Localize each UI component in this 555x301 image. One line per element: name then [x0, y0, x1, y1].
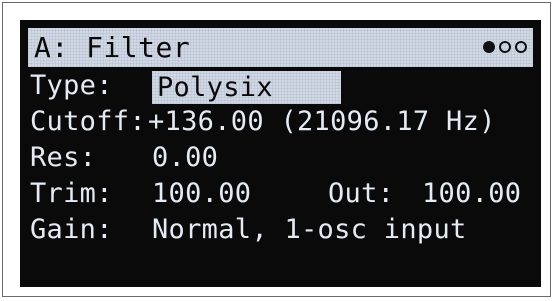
cutoff-label: Cutoff:: [30, 106, 146, 137]
trim-value[interactable]: 100.00: [152, 178, 251, 210]
page-dot-icon: [515, 41, 527, 53]
page-title: A: Filter: [34, 31, 191, 64]
out-label: Out:: [328, 178, 395, 209]
gain-value[interactable]: Normal, 1-osc input: [152, 214, 467, 246]
out-value[interactable]: 100.00: [422, 178, 521, 210]
res-row: Res: 0.00: [30, 142, 218, 174]
title-bar: A: Filter: [28, 28, 533, 67]
type-value: Polysix: [157, 72, 273, 103]
type-row: Type: Polysix: [30, 70, 341, 104]
cutoff-row: Cutoff: +136.00 (21096.17 Hz): [30, 106, 495, 138]
display-frame: A: Filter Type: Polysix Cutoff: +136.00 …: [2, 2, 551, 297]
cutoff-value[interactable]: +136.00 (21096.17 Hz): [148, 106, 496, 138]
page-dot-icon: [499, 41, 511, 53]
gain-label: Gain:: [30, 214, 113, 245]
page-indicator: [483, 41, 527, 55]
type-selector[interactable]: Polysix: [152, 71, 341, 104]
res-label: Res:: [30, 142, 97, 173]
lcd-screen: A: Filter Type: Polysix Cutoff: +136.00 …: [20, 20, 541, 287]
res-value[interactable]: 0.00: [152, 142, 218, 174]
gain-row: Gain: Normal, 1-osc input: [30, 214, 466, 246]
page-dot-active-icon: [483, 41, 495, 53]
trim-label: Trim:: [30, 178, 113, 209]
type-label: Type:: [30, 70, 113, 101]
trim-row: Trim: 100.00 Out: 100.00: [30, 178, 521, 210]
